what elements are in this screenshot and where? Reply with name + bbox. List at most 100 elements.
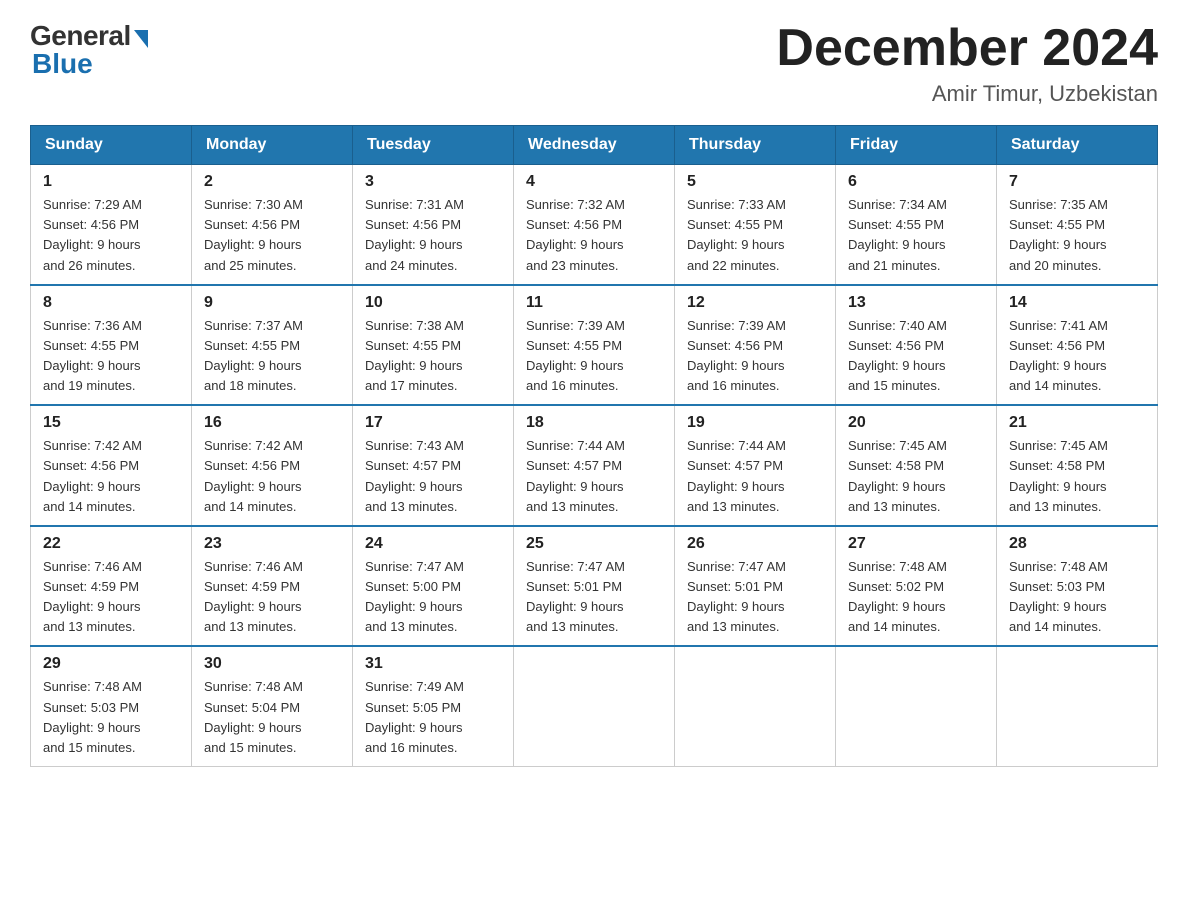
day-number: 27 <box>848 535 984 553</box>
day-info: Sunrise: 7:44 AMSunset: 4:57 PMDaylight:… <box>687 438 786 513</box>
calendar-day-cell: 10 Sunrise: 7:38 AMSunset: 4:55 PMDaylig… <box>353 285 514 406</box>
calendar-day-cell <box>514 646 675 766</box>
day-number: 20 <box>848 414 984 432</box>
title-section: December 2024 Amir Timur, Uzbekistan <box>776 20 1158 107</box>
day-info: Sunrise: 7:37 AMSunset: 4:55 PMDaylight:… <box>204 318 303 393</box>
day-number: 16 <box>204 414 340 432</box>
day-number: 5 <box>687 173 823 191</box>
calendar-header-row: SundayMondayTuesdayWednesdayThursdayFrid… <box>31 126 1158 165</box>
location: Amir Timur, Uzbekistan <box>776 81 1158 107</box>
day-number: 17 <box>365 414 501 432</box>
calendar-day-cell: 5 Sunrise: 7:33 AMSunset: 4:55 PMDayligh… <box>675 165 836 285</box>
calendar-day-cell: 25 Sunrise: 7:47 AMSunset: 5:01 PMDaylig… <box>514 526 675 647</box>
calendar-week-row: 15 Sunrise: 7:42 AMSunset: 4:56 PMDaylig… <box>31 405 1158 526</box>
calendar-day-cell: 21 Sunrise: 7:45 AMSunset: 4:58 PMDaylig… <box>997 405 1158 526</box>
day-info: Sunrise: 7:47 AMSunset: 5:00 PMDaylight:… <box>365 559 464 634</box>
calendar-day-cell: 12 Sunrise: 7:39 AMSunset: 4:56 PMDaylig… <box>675 285 836 406</box>
day-number: 15 <box>43 414 179 432</box>
calendar-day-cell: 15 Sunrise: 7:42 AMSunset: 4:56 PMDaylig… <box>31 405 192 526</box>
day-number: 19 <box>687 414 823 432</box>
calendar-col-header-tuesday: Tuesday <box>353 126 514 165</box>
calendar-day-cell: 31 Sunrise: 7:49 AMSunset: 5:05 PMDaylig… <box>353 646 514 766</box>
calendar-day-cell: 7 Sunrise: 7:35 AMSunset: 4:55 PMDayligh… <box>997 165 1158 285</box>
calendar-col-header-sunday: Sunday <box>31 126 192 165</box>
calendar-col-header-friday: Friday <box>836 126 997 165</box>
day-number: 11 <box>526 294 662 312</box>
day-number: 2 <box>204 173 340 191</box>
calendar-day-cell <box>836 646 997 766</box>
calendar-day-cell: 29 Sunrise: 7:48 AMSunset: 5:03 PMDaylig… <box>31 646 192 766</box>
calendar-day-cell: 6 Sunrise: 7:34 AMSunset: 4:55 PMDayligh… <box>836 165 997 285</box>
day-info: Sunrise: 7:39 AMSunset: 4:55 PMDaylight:… <box>526 318 625 393</box>
month-title: December 2024 <box>776 20 1158 77</box>
calendar-week-row: 1 Sunrise: 7:29 AMSunset: 4:56 PMDayligh… <box>31 165 1158 285</box>
calendar-col-header-wednesday: Wednesday <box>514 126 675 165</box>
calendar-day-cell: 20 Sunrise: 7:45 AMSunset: 4:58 PMDaylig… <box>836 405 997 526</box>
calendar-day-cell: 3 Sunrise: 7:31 AMSunset: 4:56 PMDayligh… <box>353 165 514 285</box>
day-number: 6 <box>848 173 984 191</box>
calendar-day-cell: 14 Sunrise: 7:41 AMSunset: 4:56 PMDaylig… <box>997 285 1158 406</box>
day-number: 3 <box>365 173 501 191</box>
day-info: Sunrise: 7:48 AMSunset: 5:03 PMDaylight:… <box>1009 559 1108 634</box>
day-number: 28 <box>1009 535 1145 553</box>
day-number: 10 <box>365 294 501 312</box>
day-number: 24 <box>365 535 501 553</box>
day-number: 14 <box>1009 294 1145 312</box>
day-info: Sunrise: 7:35 AMSunset: 4:55 PMDaylight:… <box>1009 197 1108 272</box>
day-info: Sunrise: 7:32 AMSunset: 4:56 PMDaylight:… <box>526 197 625 272</box>
calendar-week-row: 29 Sunrise: 7:48 AMSunset: 5:03 PMDaylig… <box>31 646 1158 766</box>
day-info: Sunrise: 7:49 AMSunset: 5:05 PMDaylight:… <box>365 679 464 754</box>
calendar-day-cell <box>675 646 836 766</box>
day-number: 26 <box>687 535 823 553</box>
day-info: Sunrise: 7:30 AMSunset: 4:56 PMDaylight:… <box>204 197 303 272</box>
day-info: Sunrise: 7:40 AMSunset: 4:56 PMDaylight:… <box>848 318 947 393</box>
calendar-day-cell: 1 Sunrise: 7:29 AMSunset: 4:56 PMDayligh… <box>31 165 192 285</box>
calendar-day-cell: 17 Sunrise: 7:43 AMSunset: 4:57 PMDaylig… <box>353 405 514 526</box>
day-info: Sunrise: 7:48 AMSunset: 5:02 PMDaylight:… <box>848 559 947 634</box>
calendar-week-row: 8 Sunrise: 7:36 AMSunset: 4:55 PMDayligh… <box>31 285 1158 406</box>
calendar-day-cell: 23 Sunrise: 7:46 AMSunset: 4:59 PMDaylig… <box>192 526 353 647</box>
day-info: Sunrise: 7:43 AMSunset: 4:57 PMDaylight:… <box>365 438 464 513</box>
day-number: 9 <box>204 294 340 312</box>
day-info: Sunrise: 7:29 AMSunset: 4:56 PMDaylight:… <box>43 197 142 272</box>
day-info: Sunrise: 7:45 AMSunset: 4:58 PMDaylight:… <box>1009 438 1108 513</box>
calendar-col-header-saturday: Saturday <box>997 126 1158 165</box>
calendar-day-cell: 4 Sunrise: 7:32 AMSunset: 4:56 PMDayligh… <box>514 165 675 285</box>
calendar-day-cell <box>997 646 1158 766</box>
calendar-day-cell: 16 Sunrise: 7:42 AMSunset: 4:56 PMDaylig… <box>192 405 353 526</box>
day-info: Sunrise: 7:48 AMSunset: 5:04 PMDaylight:… <box>204 679 303 754</box>
day-info: Sunrise: 7:45 AMSunset: 4:58 PMDaylight:… <box>848 438 947 513</box>
day-info: Sunrise: 7:38 AMSunset: 4:55 PMDaylight:… <box>365 318 464 393</box>
calendar-day-cell: 22 Sunrise: 7:46 AMSunset: 4:59 PMDaylig… <box>31 526 192 647</box>
day-info: Sunrise: 7:42 AMSunset: 4:56 PMDaylight:… <box>204 438 303 513</box>
day-info: Sunrise: 7:39 AMSunset: 4:56 PMDaylight:… <box>687 318 786 393</box>
day-number: 12 <box>687 294 823 312</box>
logo: General Blue <box>30 20 148 80</box>
day-info: Sunrise: 7:48 AMSunset: 5:03 PMDaylight:… <box>43 679 142 754</box>
calendar-day-cell: 8 Sunrise: 7:36 AMSunset: 4:55 PMDayligh… <box>31 285 192 406</box>
calendar-day-cell: 27 Sunrise: 7:48 AMSunset: 5:02 PMDaylig… <box>836 526 997 647</box>
day-info: Sunrise: 7:36 AMSunset: 4:55 PMDaylight:… <box>43 318 142 393</box>
day-info: Sunrise: 7:47 AMSunset: 5:01 PMDaylight:… <box>687 559 786 634</box>
day-number: 30 <box>204 655 340 673</box>
calendar-day-cell: 26 Sunrise: 7:47 AMSunset: 5:01 PMDaylig… <box>675 526 836 647</box>
day-number: 18 <box>526 414 662 432</box>
calendar-col-header-thursday: Thursday <box>675 126 836 165</box>
day-info: Sunrise: 7:46 AMSunset: 4:59 PMDaylight:… <box>43 559 142 634</box>
day-info: Sunrise: 7:47 AMSunset: 5:01 PMDaylight:… <box>526 559 625 634</box>
calendar-table: SundayMondayTuesdayWednesdayThursdayFrid… <box>30 125 1158 767</box>
day-info: Sunrise: 7:42 AMSunset: 4:56 PMDaylight:… <box>43 438 142 513</box>
calendar-col-header-monday: Monday <box>192 126 353 165</box>
day-number: 23 <box>204 535 340 553</box>
day-number: 1 <box>43 173 179 191</box>
calendar-day-cell: 9 Sunrise: 7:37 AMSunset: 4:55 PMDayligh… <box>192 285 353 406</box>
day-number: 29 <box>43 655 179 673</box>
calendar-day-cell: 18 Sunrise: 7:44 AMSunset: 4:57 PMDaylig… <box>514 405 675 526</box>
calendar-day-cell: 24 Sunrise: 7:47 AMSunset: 5:00 PMDaylig… <box>353 526 514 647</box>
calendar-day-cell: 2 Sunrise: 7:30 AMSunset: 4:56 PMDayligh… <box>192 165 353 285</box>
day-number: 8 <box>43 294 179 312</box>
day-number: 31 <box>365 655 501 673</box>
calendar-day-cell: 30 Sunrise: 7:48 AMSunset: 5:04 PMDaylig… <box>192 646 353 766</box>
day-info: Sunrise: 7:31 AMSunset: 4:56 PMDaylight:… <box>365 197 464 272</box>
day-number: 21 <box>1009 414 1145 432</box>
